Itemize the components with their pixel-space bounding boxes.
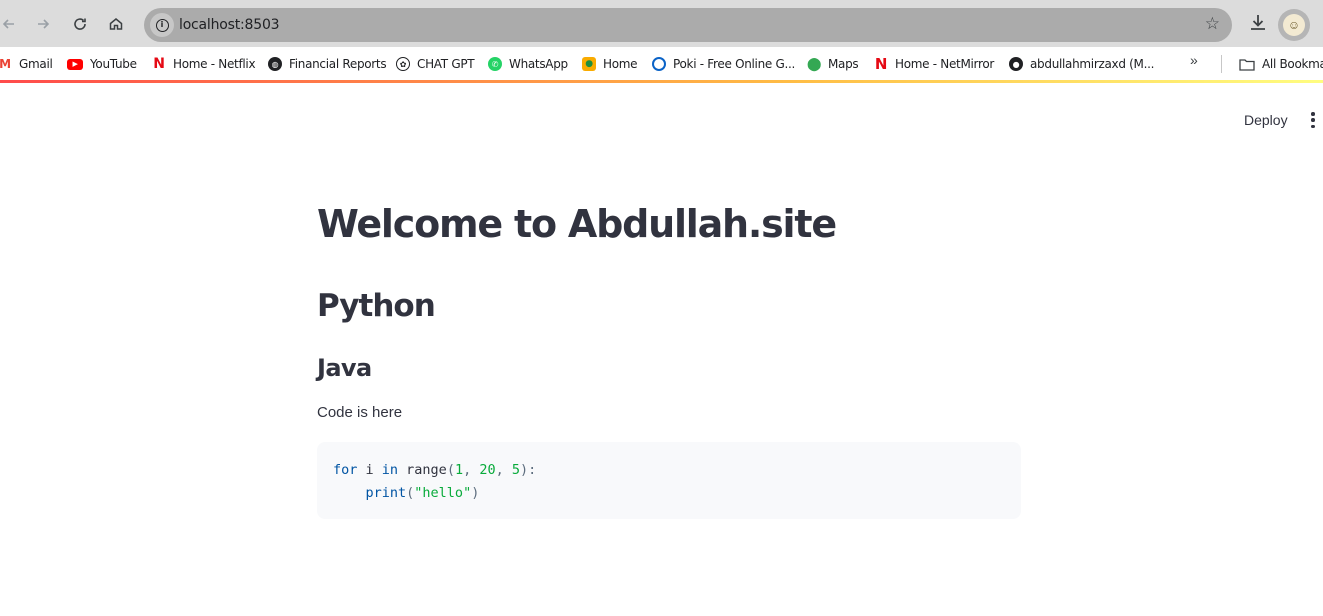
bookmark-label: Home: [603, 57, 638, 71]
bookmark-label: Home - Netflix: [173, 57, 256, 71]
whatsapp-icon: ✆: [488, 57, 502, 71]
browser-toolbar: i localhost:8503 ☆ ☺: [0, 0, 1323, 47]
code-token: i: [357, 462, 382, 478]
bookmark-chatgpt[interactable]: ✿ CHAT GPT: [396, 54, 475, 74]
code-token: for: [333, 462, 358, 478]
bookmark-label: Financial Reports: [289, 57, 387, 71]
avatar-image-icon: ☺: [1283, 14, 1305, 36]
globe-icon: ◍: [268, 57, 282, 71]
bookmark-label: Gmail: [19, 57, 53, 71]
reload-icon[interactable]: [67, 11, 93, 37]
bookmark-whatsapp[interactable]: ✆ WhatsApp: [488, 54, 568, 74]
main-content: Welcome to Abdullah.site Python Java Cod…: [317, 196, 1021, 519]
bookmark-financial-reports[interactable]: ◍ Financial Reports: [268, 54, 387, 74]
bookmark-home[interactable]: ● Home: [582, 54, 638, 74]
youtube-icon: ▶: [67, 58, 83, 70]
gmail-icon: M: [0, 57, 11, 71]
bookmark-all-bookmarks[interactable]: All Bookmarks: [1238, 54, 1323, 74]
main-menu-icon[interactable]: [1305, 110, 1321, 130]
code-block[interactable]: for i in range(1, 20, 5): print("hello"): [317, 442, 1021, 519]
code-token: print: [365, 485, 407, 501]
forward-arrow-icon[interactable]: [30, 11, 56, 37]
bookmark-label: Poki - Free Online G...: [673, 57, 796, 71]
bookmark-netmirror[interactable]: N Home - NetMirror: [874, 54, 994, 74]
header-python: Python: [317, 288, 436, 324]
site-info-icon[interactable]: i: [150, 13, 174, 37]
code-token: (: [446, 462, 455, 478]
code-token: 20: [479, 462, 496, 478]
bookmark-gmail[interactable]: M Gmail: [0, 54, 53, 74]
page-title: Welcome to Abdullah.site: [317, 202, 837, 246]
body-text: Code is here: [317, 404, 403, 421]
code-token: ,: [495, 462, 512, 478]
bookmark-label: WhatsApp: [509, 57, 568, 71]
code-token: 5: [511, 462, 521, 478]
chatgpt-icon: ✿: [396, 57, 410, 71]
streamlit-decoration-bar: [0, 80, 1323, 83]
bookmark-maps[interactable]: ⬤ Maps: [806, 54, 859, 74]
netflix-icon: N: [153, 56, 165, 72]
github-icon: ●: [1009, 57, 1023, 71]
bookmark-label: Home - NetMirror: [895, 57, 995, 71]
bookmarks-bar: M Gmail ▶ YouTube N Home - Netflix ◍ Fin…: [0, 47, 1323, 80]
maps-icon: ⬤: [806, 56, 822, 72]
bookmark-label: CHAT GPT: [417, 57, 475, 71]
deploy-button[interactable]: Deploy: [1236, 107, 1296, 133]
netmirror-icon: N: [874, 55, 888, 73]
classroom-icon: ●: [582, 57, 596, 71]
home-icon[interactable]: [103, 11, 129, 37]
bookmark-label: Maps: [828, 57, 859, 71]
bookmark-poki[interactable]: Poki - Free Online G...: [652, 54, 795, 74]
code-token: "hello": [414, 485, 472, 501]
code-token: range: [398, 462, 447, 478]
address-bar[interactable]: i localhost:8503 ☆: [144, 8, 1232, 42]
bookmark-github[interactable]: ● abdullahmirzaxd (M...: [1009, 54, 1154, 74]
subheader-java: Java: [317, 354, 372, 382]
bookmark-youtube[interactable]: ▶ YouTube: [67, 54, 137, 74]
url-text: localhost:8503: [179, 17, 280, 33]
code-token: ,: [463, 462, 480, 478]
bookmark-netflix[interactable]: N Home - Netflix: [152, 54, 255, 74]
profile-avatar[interactable]: ☺: [1278, 9, 1310, 41]
bookmark-label: abdullahmirzaxd (M...: [1030, 57, 1155, 71]
bookmark-label: All Bookmarks: [1262, 57, 1323, 71]
back-arrow-icon[interactable]: [0, 11, 22, 37]
bookmark-star-icon[interactable]: ☆: [1205, 14, 1220, 34]
bookmarks-divider: [1221, 55, 1222, 73]
code-token: ): [471, 485, 480, 501]
more-bookmarks-chevron-icon[interactable]: »: [1190, 52, 1198, 68]
download-icon[interactable]: [1247, 12, 1269, 34]
bookmark-label: YouTube: [90, 57, 137, 71]
browser-chrome: i localhost:8503 ☆ ☺ M Gmail ▶ YouTube N…: [0, 0, 1323, 83]
code-token: 1: [454, 462, 464, 478]
folder-icon: [1238, 57, 1255, 71]
poki-icon: [652, 57, 666, 71]
code-token: in: [381, 462, 399, 478]
code-token: ):: [520, 462, 537, 478]
